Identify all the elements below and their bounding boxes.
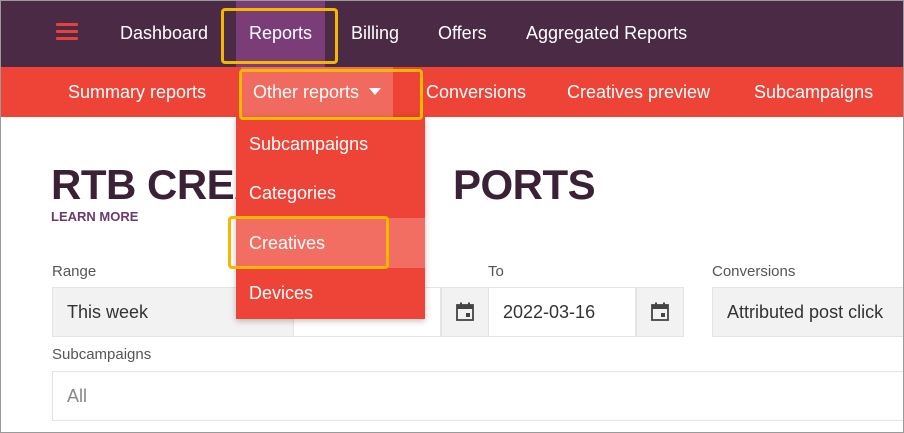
to-date-input[interactable]: 2022-03-16 bbox=[488, 287, 636, 337]
nav-aggregated-reports[interactable]: Aggregated Reports bbox=[526, 1, 687, 67]
top-navigation: Dashboard Reports Billing Offers Aggrega… bbox=[1, 1, 903, 67]
to-label: To bbox=[488, 263, 504, 280]
other-reports-dropdown: Subcampaigns Categories Creatives Device… bbox=[236, 117, 425, 319]
caret-down-icon bbox=[369, 87, 382, 95]
dropdown-item-subcampaigns[interactable]: Subcampaigns bbox=[236, 119, 425, 169]
subcampaigns-select[interactable]: All bbox=[52, 371, 903, 421]
subnav-conversions[interactable]: Conversions bbox=[426, 67, 526, 117]
subcampaigns-label: Subcampaigns bbox=[52, 346, 152, 363]
subnav-summary-reports[interactable]: Summary reports bbox=[68, 67, 206, 117]
to-date-calendar-button[interactable] bbox=[636, 287, 684, 337]
sub-navigation: Summary reports Other reports Conversion… bbox=[1, 67, 903, 117]
dropdown-item-creatives[interactable]: Creatives bbox=[236, 218, 425, 268]
from-date-calendar-button[interactable] bbox=[441, 287, 489, 337]
conversions-select[interactable]: Attributed post click bbox=[712, 287, 903, 337]
nav-dashboard[interactable]: Dashboard bbox=[120, 1, 208, 67]
hamburger-menu-icon[interactable] bbox=[56, 23, 78, 41]
learn-more-link[interactable]: LEARN MORE bbox=[51, 209, 138, 224]
page-title-left: RTB CREA bbox=[51, 161, 265, 208]
nav-reports[interactable]: Reports bbox=[236, 1, 326, 67]
subnav-creatives-preview[interactable]: Creatives preview bbox=[567, 67, 710, 117]
dropdown-item-categories[interactable]: Categories bbox=[236, 168, 425, 218]
app-frame: Dashboard Reports Billing Offers Aggrega… bbox=[0, 0, 904, 433]
page-title-right: PORTS bbox=[453, 161, 596, 208]
range-label: Range bbox=[52, 263, 97, 280]
subnav-other-reports-label: Other reports bbox=[253, 82, 360, 102]
conversions-label: Conversions bbox=[712, 263, 796, 280]
calendar-icon bbox=[651, 302, 669, 321]
dropdown-item-devices[interactable]: Devices bbox=[236, 268, 425, 318]
calendar-icon bbox=[456, 302, 474, 321]
nav-billing[interactable]: Billing bbox=[351, 1, 399, 67]
subnav-subcampaigns[interactable]: Subcampaigns bbox=[754, 67, 873, 117]
nav-offers[interactable]: Offers bbox=[438, 1, 487, 67]
subnav-other-reports[interactable]: Other reports bbox=[241, 67, 394, 117]
